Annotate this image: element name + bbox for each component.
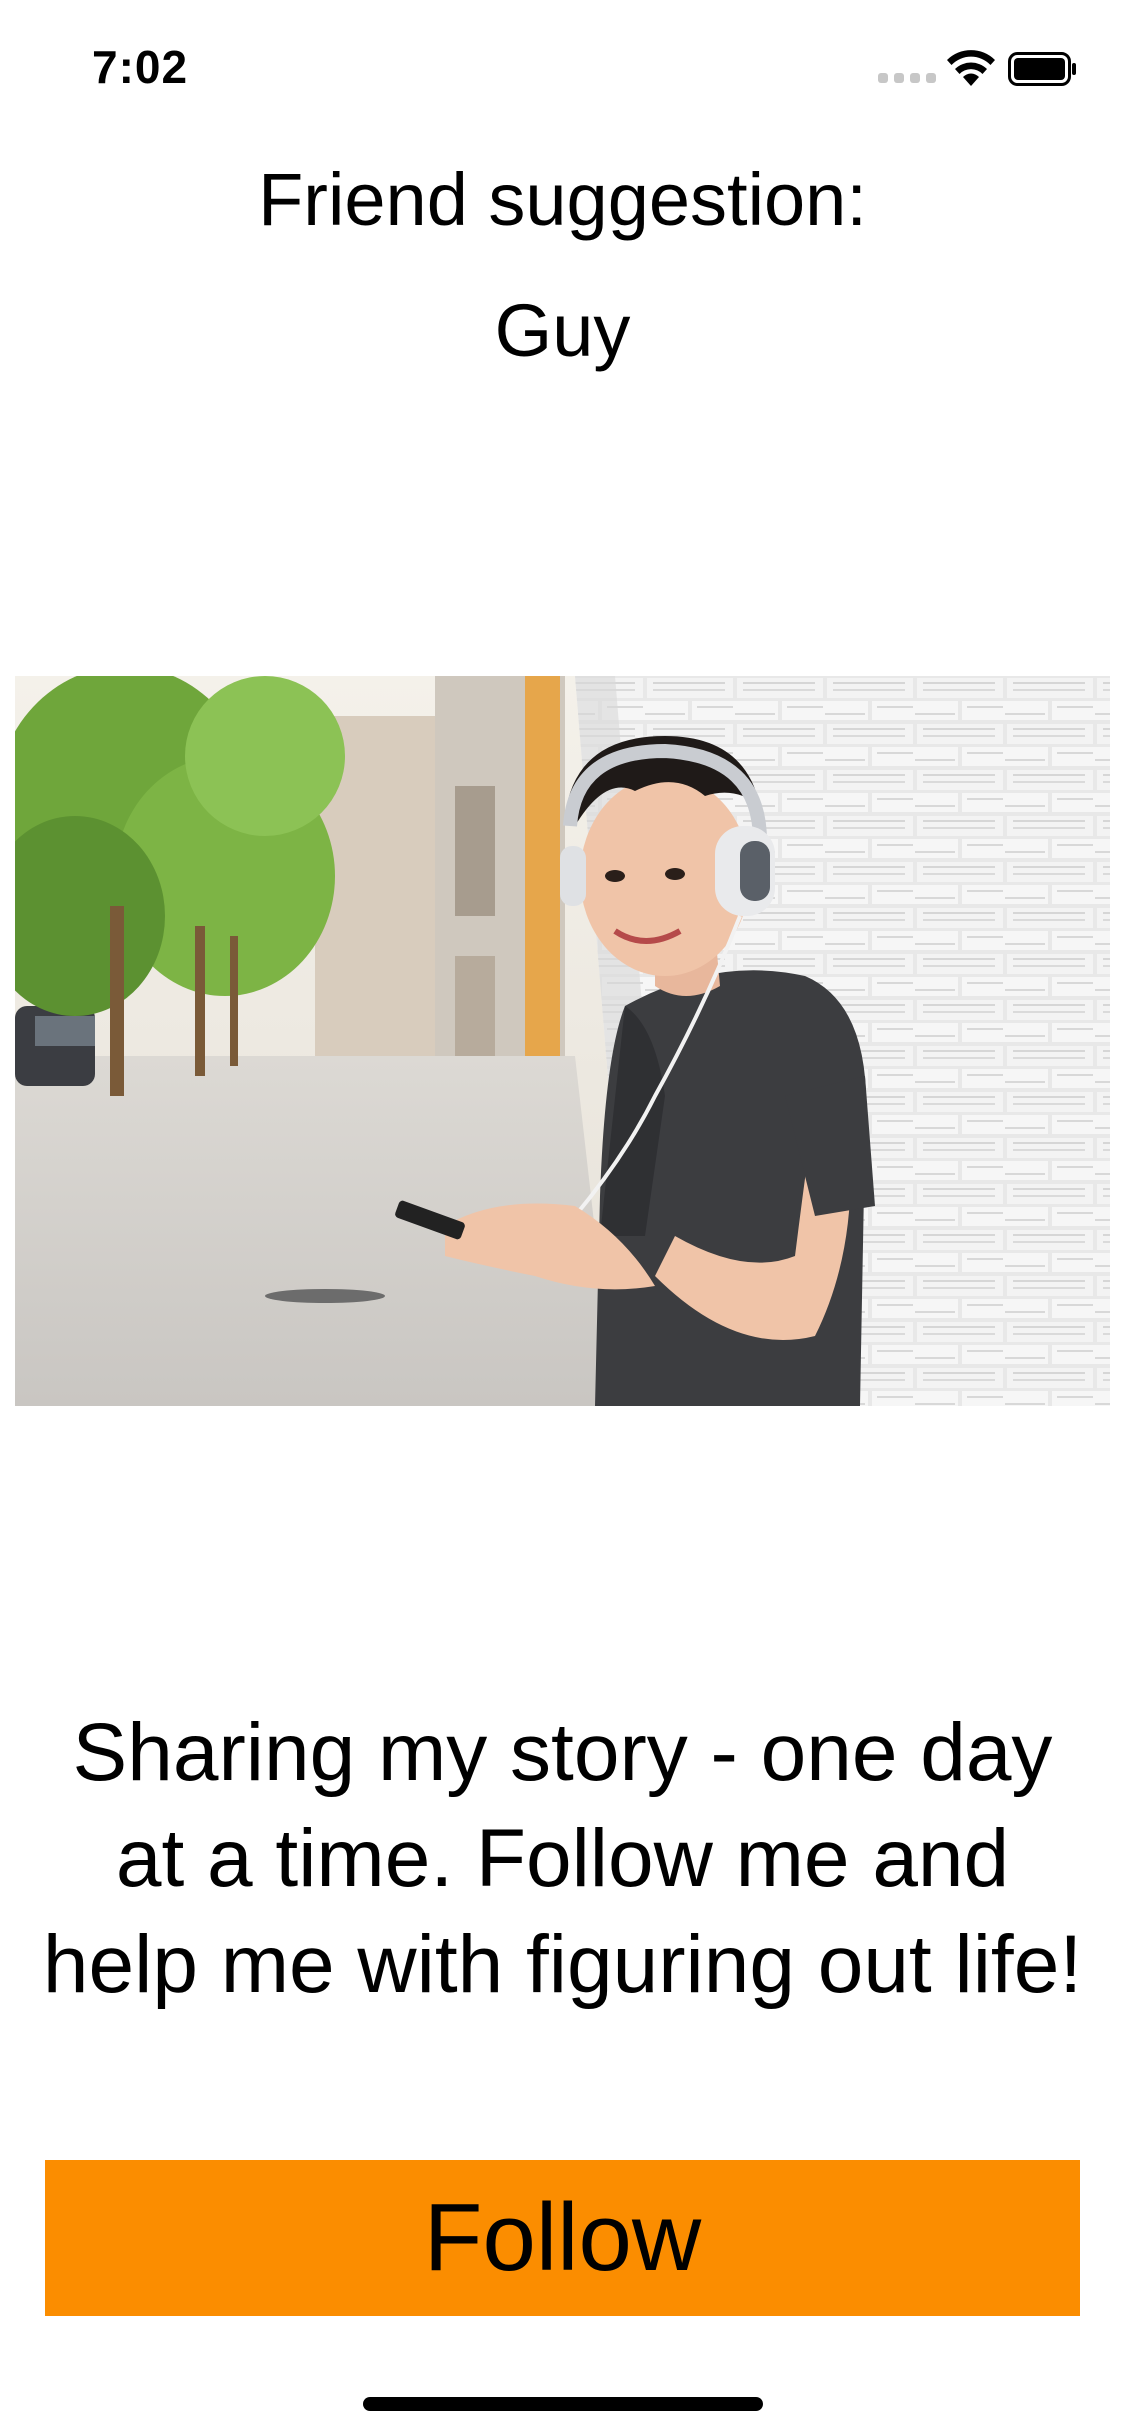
suggested-friend-name: Guy [494, 289, 631, 372]
profile-photo [15, 676, 1110, 1406]
suggestion-title: Friend suggestion: [258, 158, 867, 241]
home-indicator[interactable] [363, 2397, 763, 2411]
follow-button[interactable]: Follow [45, 2160, 1080, 2316]
status-time: 7:02 [92, 41, 189, 93]
status-bar: 7:02 [0, 0, 1125, 132]
cellular-signal-icon [878, 73, 936, 85]
bio-text: Sharing my story - one day at a time. Fo… [42, 1707, 1083, 2010]
wifi-icon [947, 50, 995, 86]
battery-icon [1008, 52, 1076, 86]
follow-button-label: Follow [423, 2184, 702, 2291]
